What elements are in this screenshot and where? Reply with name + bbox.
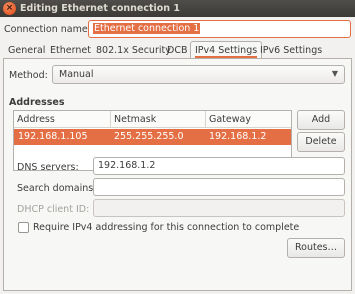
row-address: 192.168.1.105 [18, 131, 88, 142]
connection-name-label: Connection name: [4, 24, 91, 35]
connection-name-value: Ethernet connection 1 [93, 23, 201, 34]
connection-name-field[interactable]: Ethernet connection 1 [88, 20, 351, 38]
method-label: Method: [9, 70, 48, 81]
column-header-address[interactable]: Address [14, 111, 111, 128]
routes-button[interactable]: Routes… [287, 238, 345, 258]
tab-ipv6-settings[interactable]: IPv6 Settings [255, 41, 327, 58]
tab-bar: General Ethernet 802.1x Security DCB IPv… [3, 41, 352, 59]
tab-ipv4-settings[interactable]: IPv4 Settings [190, 41, 263, 59]
tab-dcb[interactable]: DCB [162, 41, 192, 58]
search-domains-label: Search domains: [17, 183, 97, 194]
table-row[interactable]: 192.168.1.105 255.255.255.0 192.168.1.2 [14, 129, 291, 145]
column-header-netmask[interactable]: Netmask [111, 111, 206, 128]
dialog-body: Connection name: Ethernet connection 1 G… [0, 17, 355, 294]
addresses-heading: Addresses [9, 97, 65, 108]
column-header-gateway[interactable]: Gateway [206, 111, 291, 128]
require-ipv4-label[interactable]: Require IPv4 addressing for this connect… [33, 222, 299, 233]
dns-servers-value: 192.168.1.2 [98, 160, 156, 171]
dhcp-client-id-label: DHCP client ID: [17, 204, 90, 215]
dhcp-client-id-field [93, 199, 345, 217]
window-title: Editing Ethernet connection 1 [20, 3, 180, 14]
require-ipv4-checkbox[interactable] [18, 222, 29, 233]
search-domains-field[interactable] [93, 178, 345, 196]
close-icon[interactable]: × [3, 2, 16, 15]
dns-servers-field[interactable]: 192.168.1.2 [93, 157, 345, 175]
chevron-down-icon: ▼ [331, 69, 338, 78]
tab-general[interactable]: General [3, 41, 50, 58]
title-bar: × Editing Ethernet connection 1 [0, 0, 355, 17]
method-value: Manual [59, 69, 94, 80]
row-netmask: 255.255.255.0 [114, 131, 184, 142]
delete-address-button[interactable]: Delete [297, 132, 345, 152]
row-gateway: 192.168.1.2 [209, 131, 267, 142]
dns-servers-label: DNS servers: [17, 162, 79, 173]
tab-ethernet[interactable]: Ethernet [45, 41, 96, 58]
method-combo[interactable]: Manual ▼ [52, 65, 345, 84]
add-address-button[interactable]: Add [297, 110, 345, 130]
